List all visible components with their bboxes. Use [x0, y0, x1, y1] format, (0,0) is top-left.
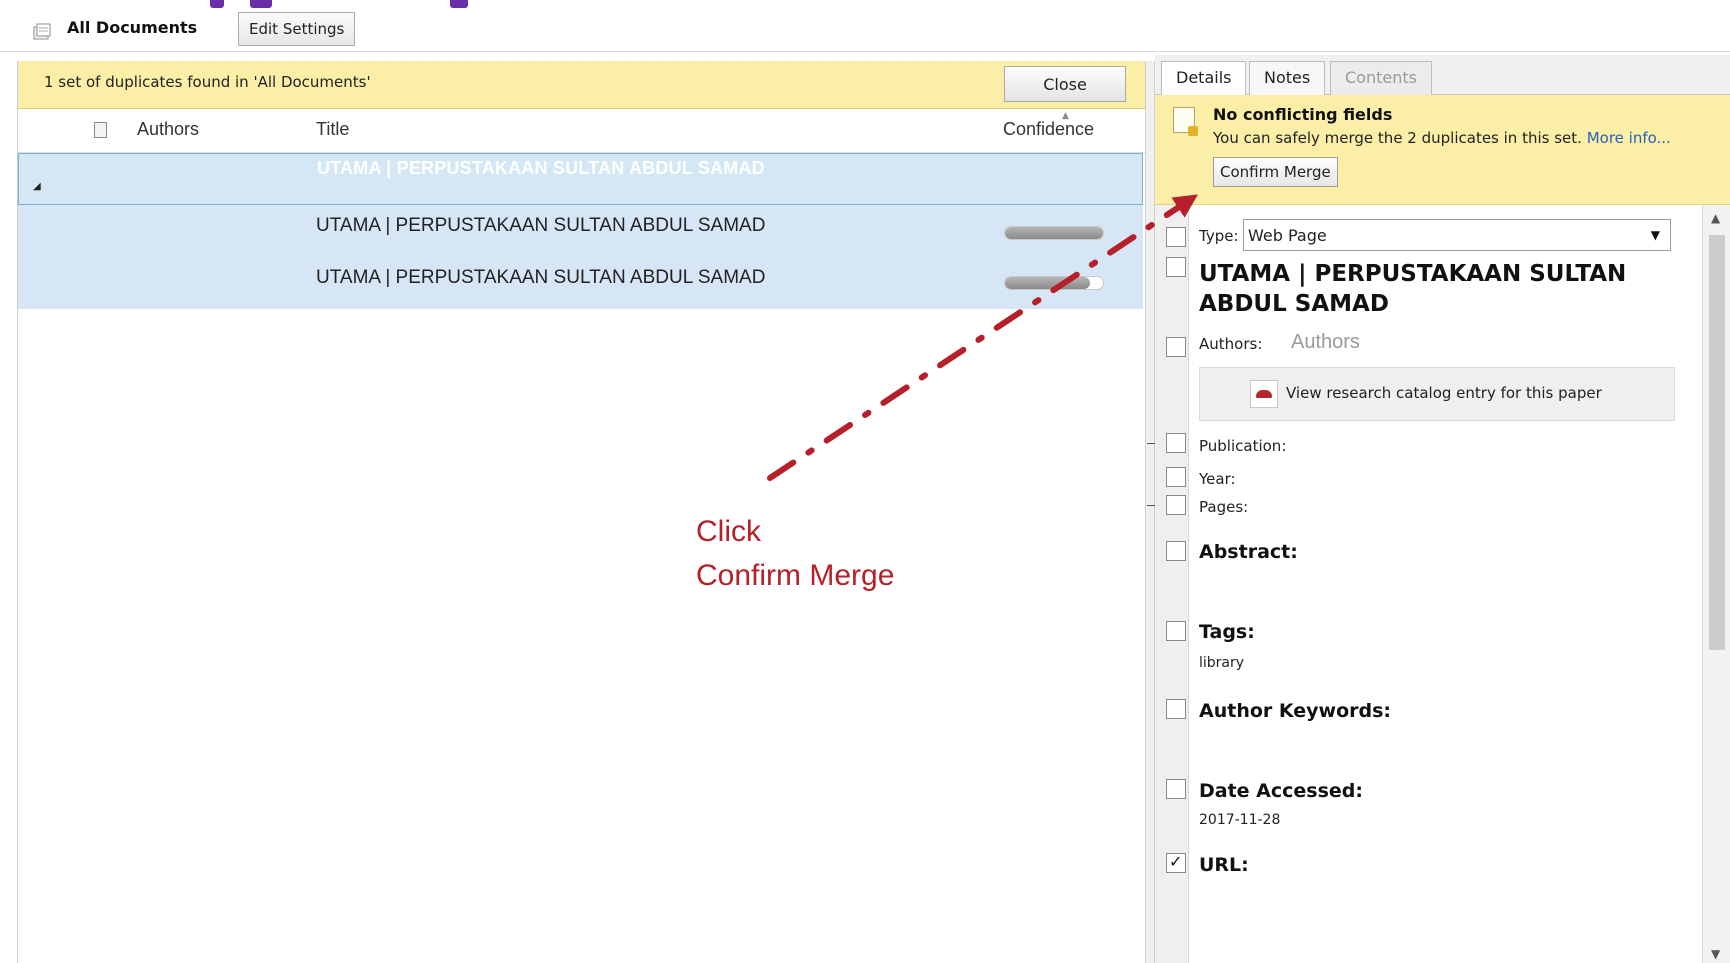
edit-settings-button[interactable]: Edit Settings [238, 12, 356, 46]
annotation-callout: Click Confirm Merge [696, 510, 894, 598]
splitter-tick [1147, 443, 1155, 444]
folder-title: All Documents [67, 18, 198, 37]
date-accessed-value[interactable]: 2017-11-28 [1199, 812, 1280, 828]
merge-banner: No conflicting fields You can safely mer… [1155, 95, 1730, 205]
confidence-bar [1004, 226, 1104, 240]
publication-label: Publication: [1199, 437, 1287, 455]
close-button[interactable]: Close [1004, 66, 1126, 102]
tab-notes[interactable]: Notes [1249, 61, 1326, 95]
type-select[interactable]: Web Page ▼ [1243, 219, 1671, 251]
title-checkbox[interactable] [1166, 257, 1186, 277]
scroll-up-icon[interactable]: ▲ [1711, 211, 1720, 225]
column-confidence[interactable]: Confidence [1003, 119, 1094, 140]
tab-details[interactable]: Details [1161, 61, 1247, 96]
duplicates-banner: 1 set of duplicates found in 'All Docume… [18, 61, 1146, 109]
tags-checkbox[interactable] [1166, 621, 1186, 641]
view-catalog-label: View research catalog entry for this pap… [1286, 384, 1602, 402]
column-title[interactable]: Title [316, 119, 349, 140]
documents-folder-icon [33, 23, 51, 40]
date-accessed-checkbox[interactable] [1166, 779, 1186, 799]
column-authors[interactable]: Authors [137, 119, 199, 140]
collapse-triangle-icon[interactable]: ◢ [33, 181, 41, 192]
authors-checkbox[interactable] [1166, 337, 1186, 357]
duplicates-found-text: 1 set of duplicates found in 'All Docume… [44, 73, 371, 91]
document-title[interactable]: UTAMA | PERPUSTAKAAN SULTAN ABDUL SAMAD [1199, 259, 1669, 319]
details-fields: Type: Web Page ▼ UTAMA | PERPUSTAKAAN SU… [1189, 205, 1702, 963]
type-select-value: Web Page [1248, 226, 1327, 245]
view-catalog-button[interactable]: View research catalog entry for this pap… [1199, 367, 1675, 421]
chevron-down-icon: ▼ [1650, 228, 1660, 242]
annotation-line-2: Confirm Merge [696, 559, 895, 592]
confidence-bar-fill [1005, 227, 1103, 239]
details-scrollbar[interactable]: ▲ ▼ [1702, 205, 1730, 963]
mendeley-logo-icon [1250, 380, 1278, 408]
authors-field[interactable]: Authors [1291, 331, 1360, 354]
merge-info-icon [1173, 107, 1198, 136]
file-attachment-column-icon[interactable] [94, 122, 107, 138]
url-label: URL: [1199, 854, 1249, 876]
tab-contents[interactable]: Contents [1330, 61, 1432, 95]
author-keywords-label: Author Keywords: [1199, 700, 1392, 722]
merge-message: You can safely merge the 2 duplicates in… [1213, 129, 1671, 147]
details-panel: Details Notes Contents No conflicting fi… [1147, 55, 1730, 963]
row-title: UTAMA | PERPUSTAKAAN SULTAN ABDUL SAMAD [316, 267, 766, 288]
confidence-bar [1004, 276, 1104, 290]
details-tabstrip: Details Notes Contents [1155, 55, 1730, 96]
screen: All Documents Edit Settings 1 set of dup… [0, 0, 1730, 963]
table-row[interactable]: UTAMA | PERPUSTAKAAN SULTAN ABDUL SAMAD [18, 205, 1143, 257]
type-checkbox[interactable] [1166, 227, 1186, 247]
year-checkbox[interactable] [1166, 467, 1186, 487]
scroll-down-icon[interactable]: ▼ [1711, 947, 1720, 961]
scrollbar-thumb[interactable] [1709, 235, 1725, 650]
cut-off-page-heading [210, 0, 480, 8]
column-header-row: Authors Title ▲ Confidence [18, 109, 1146, 153]
toolbar: All Documents Edit Settings [0, 8, 1730, 52]
splitter-tick [1147, 505, 1155, 506]
abstract-label: Abstract: [1199, 541, 1298, 563]
more-info-link[interactable]: More info... [1587, 129, 1671, 147]
annotation-line-1: Click [696, 515, 761, 548]
tag-value[interactable]: library [1199, 655, 1244, 671]
panel-splitter[interactable] [1145, 61, 1155, 963]
duplicates-panel: 1 set of duplicates found in 'All Docume… [17, 61, 1146, 963]
url-checkbox[interactable] [1166, 852, 1186, 873]
year-label: Year: [1199, 470, 1236, 488]
row-title: UTAMA | PERPUSTAKAAN SULTAN ABDUL SAMAD [316, 215, 766, 236]
author-keywords-checkbox[interactable] [1166, 699, 1186, 719]
date-accessed-label: Date Accessed: [1199, 780, 1363, 802]
publication-checkbox[interactable] [1166, 433, 1186, 453]
abstract-checkbox[interactable] [1166, 541, 1186, 561]
confidence-bar-fill [1005, 277, 1091, 289]
tags-label: Tags: [1199, 621, 1255, 643]
merge-message-text: You can safely merge the 2 duplicates in… [1213, 129, 1582, 147]
no-conflicts-title: No conflicting fields [1213, 105, 1393, 124]
field-checkbox-gutter [1147, 205, 1189, 963]
confirm-merge-button[interactable]: Confirm Merge [1213, 157, 1338, 187]
table-row[interactable]: UTAMA | PERPUSTAKAAN SULTAN ABDUL SAMAD [18, 257, 1143, 309]
duplicate-set-title: UTAMA | PERPUSTAKAAN SULTAN ABDUL SAMAD [317, 158, 765, 178]
authors-label: Authors: [1199, 335, 1263, 353]
type-label: Type: [1199, 227, 1239, 245]
pages-checkbox[interactable] [1166, 495, 1186, 515]
duplicate-set-row[interactable]: ◢ UTAMA | PERPUSTAKAAN SULTAN ABDUL SAMA… [18, 153, 1143, 205]
pages-label: Pages: [1199, 498, 1249, 516]
